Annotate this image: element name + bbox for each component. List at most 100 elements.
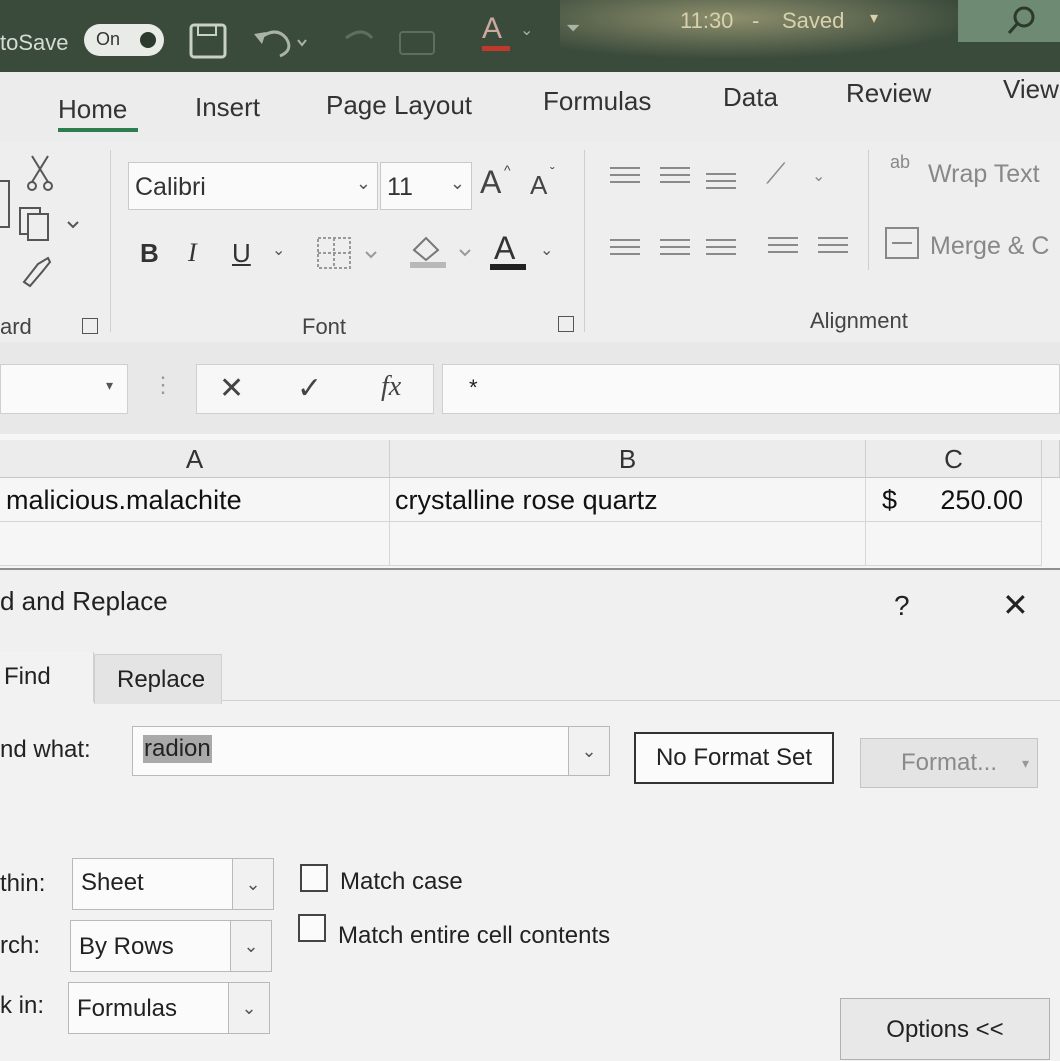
close-icon[interactable]: ✕ (1002, 586, 1029, 624)
decrease-indent-icon[interactable] (768, 232, 798, 258)
enter-icon[interactable]: ✓ (297, 371, 322, 406)
formula-buttons: ✕ ✓ fx (196, 364, 434, 414)
cell-a1[interactable]: malicious.malachite (0, 478, 390, 522)
options-button[interactable]: Options << (840, 998, 1050, 1060)
search-icon (1007, 6, 1035, 34)
find-what-input[interactable]: radion ⌄ (132, 726, 610, 776)
chevron-down-icon: ⌄ (228, 983, 269, 1033)
tab-formulas[interactable]: Formulas (543, 86, 651, 117)
format-painter-icon[interactable] (20, 254, 54, 288)
align-top-icon[interactable] (610, 162, 640, 188)
group-divider (868, 150, 869, 270)
search-box[interactable] (958, 0, 1060, 42)
no-format-label: No Format Set (655, 744, 813, 771)
look-in-label: k in: (0, 992, 45, 1019)
tab-view[interactable]: View (1003, 74, 1059, 105)
dialog-title: d and Replace (0, 586, 168, 616)
font-color-button[interactable]: A (494, 230, 515, 267)
align-middle-icon[interactable] (660, 162, 690, 188)
chevron-down-icon[interactable]: ⌄ (540, 240, 553, 260)
cell-b1[interactable]: crystalline rose quartz (390, 478, 866, 522)
column-header-b[interactable]: B (390, 440, 866, 478)
tab-find[interactable]: Find (0, 652, 94, 702)
options-label: Options << (886, 1016, 1004, 1043)
save-icon[interactable] (188, 22, 230, 60)
align-right-icon[interactable] (706, 234, 736, 260)
tab-insert[interactable]: Insert (195, 92, 260, 123)
currency-value: 250.00 (940, 485, 1023, 515)
column-header-c[interactable]: C (866, 440, 1042, 478)
search-select[interactable]: By Rows ⌄ (70, 920, 272, 972)
italic-button[interactable]: I (188, 238, 197, 268)
align-bottom-icon[interactable] (706, 168, 736, 194)
format-label: Format... (900, 749, 997, 776)
orientation-icon[interactable]: ⟋ (766, 158, 786, 191)
bold-button[interactable]: B (140, 238, 159, 269)
column-header-d[interactable] (1042, 440, 1060, 478)
fill-color-icon[interactable] (406, 232, 478, 272)
cell-c2[interactable] (866, 522, 1042, 566)
format-button[interactable]: Format... ▾ (860, 738, 1038, 788)
match-entire-label[interactable]: Match entire cell contents (338, 922, 610, 950)
font-color-swatch (490, 264, 526, 270)
align-left-icon[interactable] (610, 234, 640, 260)
splitter-handle[interactable]: ⋮ (152, 372, 174, 398)
formula-input[interactable]: * (442, 364, 1060, 414)
font-color-swatch (482, 46, 510, 51)
redo-icon[interactable] (330, 22, 440, 62)
undo-icon[interactable] (250, 22, 310, 62)
within-label: thin: (0, 870, 46, 897)
copy-icon[interactable] (18, 206, 86, 244)
chevron-down-icon: ⌄ (449, 173, 465, 193)
within-select[interactable]: Sheet ⌄ (72, 858, 274, 910)
cell-b2[interactable] (390, 522, 866, 566)
font-color-icon[interactable]: A (482, 12, 502, 46)
name-box[interactable]: ▾ (0, 364, 128, 414)
status-saved[interactable]: Saved (782, 8, 844, 34)
help-button[interactable]: ? (894, 590, 910, 622)
match-case-label[interactable]: Match case (340, 868, 463, 896)
cell-a2[interactable] (0, 522, 390, 566)
chevron-down-icon[interactable]: ⌄ (520, 20, 533, 40)
caret-up-icon: ^ (504, 162, 511, 178)
match-entire-checkbox[interactable] (298, 914, 326, 942)
tab-replace[interactable]: Replace (94, 654, 222, 704)
chevron-down-icon: ⌄ (232, 859, 273, 909)
borders-icon[interactable] (316, 236, 386, 272)
active-tab-indicator (58, 128, 138, 132)
font-size-value: 11 (387, 173, 413, 201)
wrap-text-button[interactable]: Wrap Text (928, 160, 1040, 189)
find-what-label: nd what: (0, 736, 91, 763)
chevron-down-icon[interactable]: ▾ (870, 8, 878, 28)
match-case-checkbox[interactable] (300, 864, 328, 892)
tab-data[interactable]: Data (723, 82, 778, 113)
dialog-launcher-icon[interactable] (558, 316, 574, 332)
customize-icon[interactable]: ⏷ (566, 18, 580, 39)
tab-review[interactable]: Review (846, 78, 931, 109)
cancel-icon[interactable]: ✕ (219, 371, 244, 406)
cut-icon[interactable] (26, 154, 56, 194)
chevron-down-icon[interactable]: ⌄ (568, 727, 609, 775)
underline-button[interactable]: U (232, 238, 251, 269)
tab-replace-label: Replace (117, 666, 206, 693)
decrease-font-icon[interactable]: A (530, 170, 547, 201)
look-in-select[interactable]: Formulas ⌄ (68, 982, 270, 1034)
tab-home[interactable]: Home (58, 94, 127, 125)
tab-page-layout[interactable]: Page Layout (326, 90, 472, 121)
dialog-launcher-icon[interactable] (82, 318, 98, 334)
chevron-down-icon[interactable]: ⌄ (272, 240, 285, 260)
merge-button[interactable]: Merge & C (930, 232, 1049, 261)
no-format-set-button[interactable]: No Format Set (634, 732, 834, 784)
increase-font-icon[interactable]: A (480, 164, 501, 201)
font-name-select[interactable]: Calibri ⌄ (128, 162, 378, 210)
column-header-a[interactable]: A (0, 440, 390, 478)
align-center-icon[interactable] (660, 234, 690, 260)
cell-c1[interactable]: $ 250.00 (866, 478, 1042, 522)
chevron-down-icon: ⌄ (355, 173, 371, 193)
paste-icon[interactable] (0, 180, 10, 228)
font-size-select[interactable]: 11 ⌄ (380, 162, 472, 210)
chevron-down-icon[interactable]: ⌄ (812, 166, 825, 186)
autosave-toggle[interactable]: On (84, 24, 164, 56)
increase-indent-icon[interactable] (818, 232, 848, 258)
insert-function-icon[interactable]: fx (381, 371, 401, 403)
